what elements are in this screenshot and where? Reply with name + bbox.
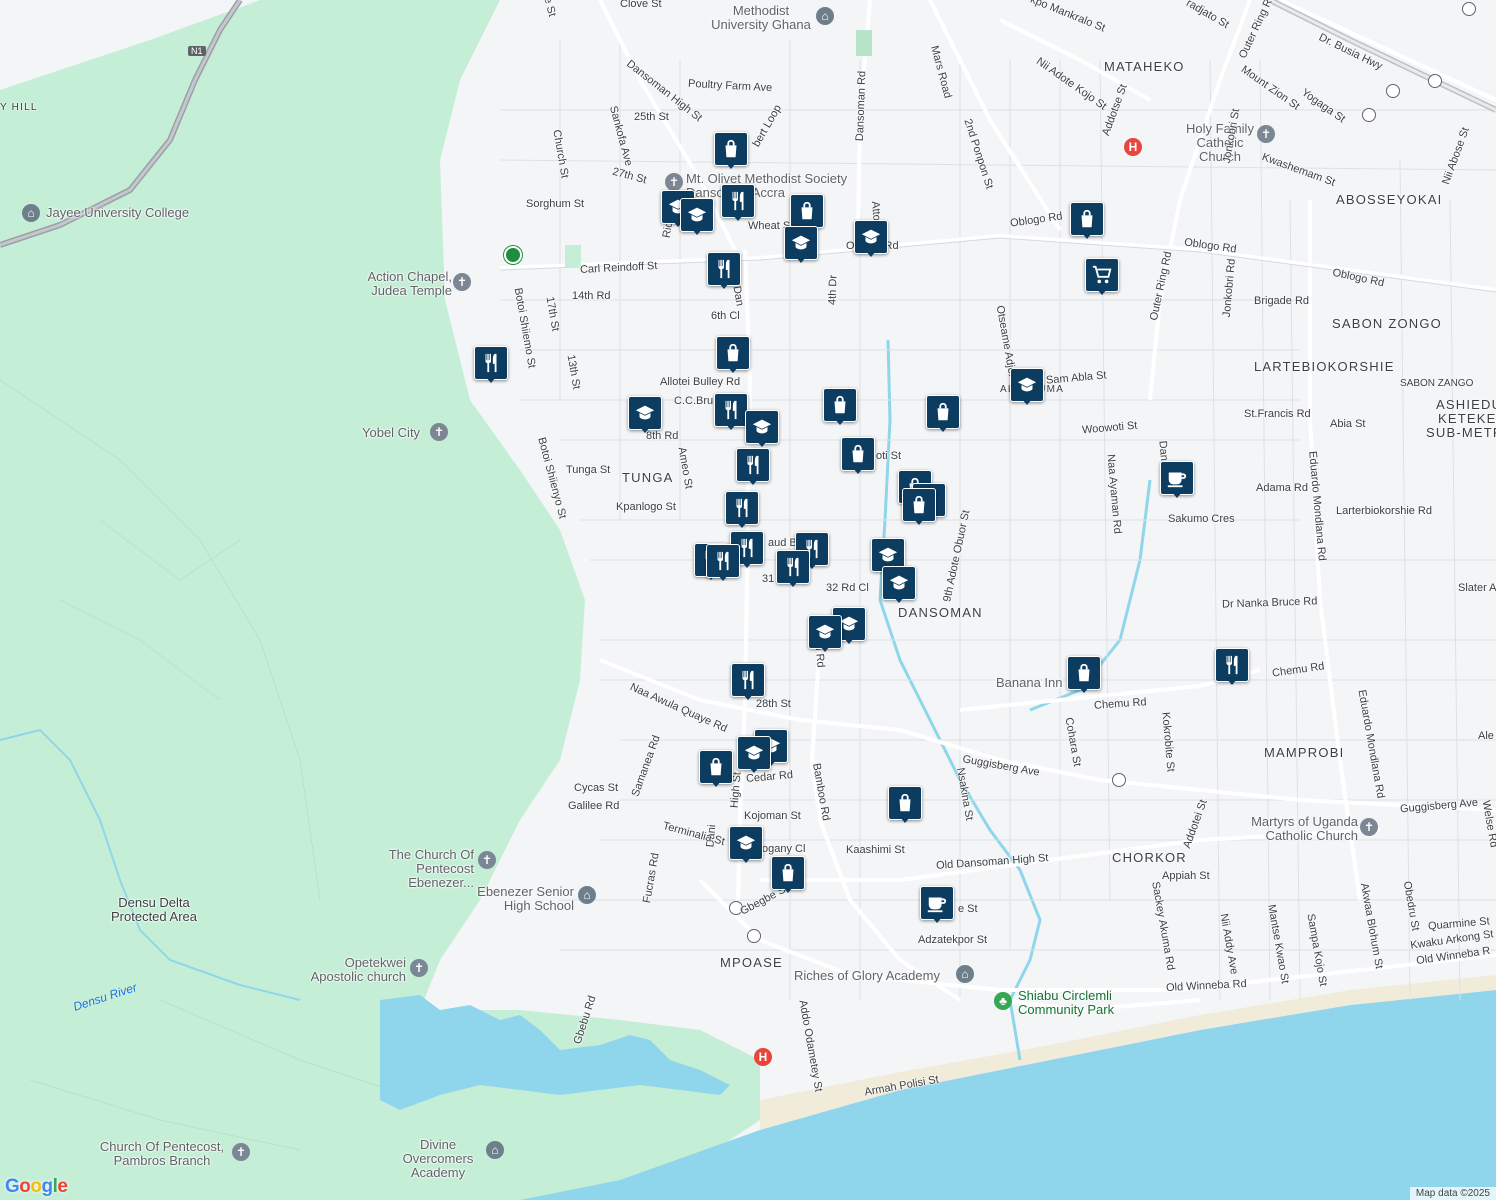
bus-stop-icon[interactable] bbox=[1112, 773, 1126, 787]
fork-knife-icon bbox=[706, 544, 740, 578]
poi-marker-shopping[interactable] bbox=[716, 336, 750, 376]
school-icon: ⌂ bbox=[22, 204, 40, 222]
church-icon: ✝ bbox=[478, 851, 496, 869]
bus-stop-icon[interactable] bbox=[1362, 108, 1376, 122]
shopping-bag-icon bbox=[1067, 656, 1101, 690]
shopping-bag-icon bbox=[902, 488, 936, 522]
graduation-cap-icon bbox=[882, 566, 916, 600]
school-icon: ⌂ bbox=[956, 965, 974, 983]
poi-marker-school[interactable] bbox=[729, 826, 763, 866]
graduation-cap-icon bbox=[1010, 368, 1044, 402]
school-icon: ⌂ bbox=[578, 886, 596, 904]
google-logo: Google bbox=[5, 1176, 68, 1197]
poi-marker-cafe[interactable] bbox=[920, 886, 954, 926]
graduation-cap-icon bbox=[745, 410, 779, 444]
poi-marker-grocery[interactable] bbox=[1085, 258, 1119, 298]
shopping-bag-icon bbox=[926, 395, 960, 429]
map-canvas[interactable]: MATAHEKO ABOSSEYOKAI SABON ZONGO LARTEBI… bbox=[0, 0, 1496, 1200]
hospital-icon: H bbox=[1124, 138, 1142, 156]
location-pin-icon bbox=[504, 246, 522, 264]
poi-marker-school[interactable] bbox=[1010, 368, 1044, 408]
poi-marker-school[interactable] bbox=[784, 226, 818, 266]
graduation-cap-icon bbox=[854, 220, 888, 254]
poi-marker-shopping[interactable] bbox=[902, 488, 936, 528]
shopping-bag-icon bbox=[823, 388, 857, 422]
park-icon: ♣ bbox=[994, 992, 1012, 1010]
fork-knife-icon bbox=[474, 346, 508, 380]
graduation-cap-icon bbox=[737, 736, 771, 770]
shopping-bag-icon bbox=[699, 750, 733, 784]
bus-stop-icon[interactable] bbox=[1462, 2, 1476, 16]
poi-marker-shopping[interactable] bbox=[1067, 656, 1101, 696]
poi-marker-restaurant[interactable] bbox=[1215, 648, 1249, 688]
fork-knife-icon bbox=[1215, 648, 1249, 682]
fork-knife-icon bbox=[736, 448, 770, 482]
poi-marker-restaurant[interactable] bbox=[731, 663, 765, 703]
church-icon: ✝ bbox=[1360, 818, 1378, 836]
poi-marker-school[interactable] bbox=[854, 220, 888, 260]
poi-marker-restaurant[interactable] bbox=[776, 550, 810, 590]
poi-marker-school[interactable] bbox=[882, 566, 916, 606]
poi-marker-shopping[interactable] bbox=[1070, 202, 1104, 242]
church-icon: ✝ bbox=[232, 1143, 250, 1161]
fork-knife-icon bbox=[725, 491, 759, 525]
graduation-cap-icon bbox=[784, 226, 818, 260]
hospital-icon: H bbox=[754, 1048, 772, 1066]
poi-marker-restaurant[interactable] bbox=[707, 252, 741, 292]
fork-knife-icon bbox=[714, 393, 748, 427]
poi-marker-shopping[interactable] bbox=[771, 856, 805, 896]
bus-stop-icon[interactable] bbox=[1386, 84, 1400, 98]
poi-marker-school[interactable] bbox=[745, 410, 779, 450]
shopping-bag-icon bbox=[771, 856, 805, 890]
graduation-cap-icon bbox=[680, 198, 714, 232]
poi-marker-shopping[interactable] bbox=[888, 786, 922, 826]
church-icon: ✝ bbox=[1257, 125, 1275, 143]
poi-marker-restaurant[interactable] bbox=[474, 346, 508, 386]
shopping-bag-icon bbox=[714, 132, 748, 166]
poi-marker-restaurant[interactable] bbox=[736, 448, 770, 488]
poi-marker-shopping[interactable] bbox=[699, 750, 733, 790]
coffee-cup-icon bbox=[920, 886, 954, 920]
poi-marker-restaurant[interactable] bbox=[721, 184, 755, 224]
poi-marker-shopping[interactable] bbox=[841, 437, 875, 477]
poi-marker-school[interactable] bbox=[808, 615, 842, 655]
bus-stop-icon[interactable] bbox=[1428, 74, 1442, 88]
map-attribution[interactable]: Map data ©2025 bbox=[1409, 1187, 1496, 1200]
shopping-bag-icon bbox=[790, 194, 824, 228]
school-icon: ⌂ bbox=[486, 1141, 504, 1159]
poi-marker-cafe[interactable] bbox=[1160, 461, 1194, 501]
poi-marker-school[interactable] bbox=[737, 736, 771, 776]
poi-marker-school[interactable] bbox=[680, 198, 714, 238]
shopping-bag-icon bbox=[1070, 202, 1104, 236]
shopping-bag-icon bbox=[716, 336, 750, 370]
graduation-cap-icon bbox=[628, 396, 662, 430]
church-icon: ✝ bbox=[453, 273, 471, 291]
poi-marker-restaurant[interactable] bbox=[725, 491, 759, 531]
fork-knife-icon bbox=[731, 663, 765, 697]
poi-marker-shopping[interactable] bbox=[926, 395, 960, 435]
highway-shield-n1: N1 bbox=[188, 46, 206, 56]
fork-knife-icon bbox=[707, 252, 741, 286]
fork-knife-icon bbox=[721, 184, 755, 218]
map-base-layer bbox=[0, 0, 1496, 1200]
poi-marker-restaurant[interactable] bbox=[706, 544, 740, 584]
church-icon: ✝ bbox=[410, 959, 428, 977]
poi-marker-shopping[interactable] bbox=[714, 132, 748, 172]
coffee-cup-icon bbox=[1160, 461, 1194, 495]
shopping-bag-icon bbox=[841, 437, 875, 471]
bus-stop-icon[interactable] bbox=[747, 929, 761, 943]
fork-knife-icon bbox=[776, 550, 810, 584]
poi-marker-school[interactable] bbox=[628, 396, 662, 436]
bus-stop-icon[interactable] bbox=[729, 901, 743, 915]
school-icon: ⌂ bbox=[816, 7, 834, 25]
poi-marker-shopping[interactable] bbox=[823, 388, 857, 428]
shopping-bag-icon bbox=[888, 786, 922, 820]
church-icon: ✝ bbox=[430, 423, 448, 441]
graduation-cap-icon bbox=[729, 826, 763, 860]
graduation-cap-icon bbox=[808, 615, 842, 649]
poi-marker-restaurant[interactable] bbox=[714, 393, 748, 433]
shopping-cart-icon bbox=[1085, 258, 1119, 292]
church-icon: ✝ bbox=[665, 173, 683, 191]
